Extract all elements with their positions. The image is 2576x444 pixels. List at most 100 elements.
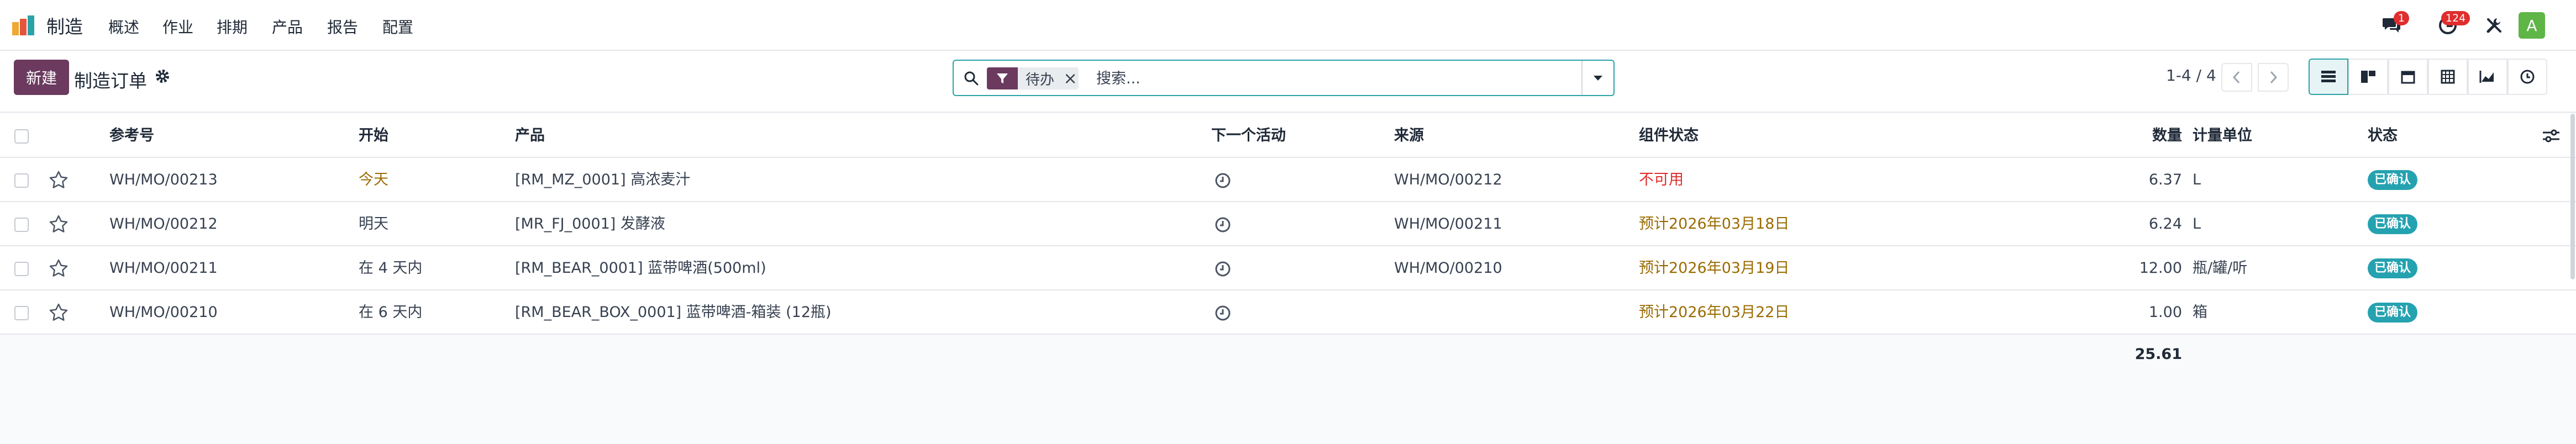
messages-button[interactable]: 1 [2374,9,2410,42]
debug-tools-button[interactable] [2481,9,2507,42]
star-icon[interactable] [49,214,69,234]
chevron-left-icon [2232,71,2240,84]
row-checkbox[interactable] [14,173,29,188]
search-icon [964,71,979,86]
search-options-toggle[interactable] [1581,61,1613,95]
scrollbar[interactable] [2570,114,2575,279]
cell-product: [RM_BEAR_BOX_0001] 蓝带啤酒-箱装 (12瓶) [515,304,832,321]
kanban-view-button[interactable] [2348,59,2388,95]
list-header: 参考号 开始 产品 下一个活动 来源 组件状态 数量 计量单位 状态 [0,114,2576,158]
activity-clock-icon[interactable] [1215,172,1231,189]
cell-uom: 箱 [2193,304,2207,321]
pager-next[interactable] [2258,63,2289,92]
status-badge: 已确认 [2368,170,2418,190]
col-activity[interactable]: 下一个活动 [1211,114,1286,158]
cell-uom: L [2193,171,2201,188]
graph-view-button[interactable] [2468,59,2507,95]
list-view-button[interactable] [2309,59,2348,95]
col-state[interactable]: 状态 [2368,114,2398,158]
remove-facet-icon[interactable]: × [1062,69,1079,88]
search-bar[interactable]: 待办 × [953,60,1615,96]
page-title: 制造订单 [74,70,147,92]
menu-overview[interactable]: 概述 [108,15,139,38]
cell-origin: WH/MO/00211 [1394,215,1502,232]
cell-origin: WH/MO/00212 [1394,171,1502,188]
activity-view-button[interactable] [2507,59,2547,95]
cell-origin: WH/MO/00210 [1394,260,1502,277]
status-badge: 已确认 [2368,303,2418,323]
row-checkbox[interactable] [14,306,29,320]
cell-product: [RM_BEAR_0001] 蓝带啤酒(500ml) [515,260,766,277]
activity-clock-icon[interactable] [1215,305,1231,321]
area-chart-icon [2479,71,2494,83]
menu-reporting[interactable]: 报告 [327,15,358,38]
pivot-view-button[interactable] [2428,59,2468,95]
table-row[interactable]: WH/MO/00213 今天 [RM_MZ_0001] 高浓麦汁 WH/MO/0… [0,158,2576,202]
col-ref[interactable]: 参考号 [109,114,154,158]
total-quantity: 25.61 [2135,346,2182,363]
col-uom[interactable]: 计量单位 [2193,114,2252,158]
star-icon[interactable] [49,258,69,278]
list-icon [2321,71,2336,82]
control-panel: 新建 制造订单 待办 × 1-4 / 4 [0,51,2576,113]
cell-ref: WH/MO/00211 [109,260,218,277]
menu-operations[interactable]: 作业 [162,15,193,38]
manufacturing-app-icon [12,15,34,35]
activities-button[interactable]: 124 [2426,9,2470,42]
status-badge: 已确认 [2368,258,2418,278]
col-origin[interactable]: 来源 [1394,114,1424,158]
cell-start: 明天 [359,215,388,232]
activity-clock-icon[interactable] [1215,261,1231,277]
star-icon[interactable] [49,170,69,190]
clock-icon [2520,70,2535,84]
cell-components: 预计2026年03月22日 [1639,304,1790,321]
activities-badge: 124 [2441,11,2470,25]
status-badge: 已确认 [2368,214,2418,234]
tools-icon [2486,18,2501,33]
star-icon[interactable] [49,303,69,323]
avatar: A [2519,12,2545,39]
pager-previous[interactable] [2221,63,2252,92]
col-components[interactable]: 组件状态 [1639,114,1699,158]
table-row[interactable]: WH/MO/00210 在 6 天内 [RM_BEAR_BOX_0001] 蓝带… [0,290,2576,335]
cell-ref: WH/MO/00212 [109,215,218,232]
new-button[interactable]: 新建 [14,60,69,95]
caret-down-icon [1594,76,1602,81]
pager-value[interactable]: 1-4 / 4 [2166,66,2216,84]
app-name: 制造 [46,16,83,38]
col-start[interactable]: 开始 [359,114,388,158]
column-settings-icon[interactable] [2542,128,2561,144]
activity-clock-icon[interactable] [1215,216,1231,233]
row-checkbox[interactable] [14,218,29,232]
select-all-checkbox[interactable] [14,129,29,144]
kanban-icon [2361,71,2375,83]
menu-products[interactable]: 产品 [272,15,303,38]
calendar-icon [2401,71,2415,84]
cell-components: 预计2026年03月18日 [1639,215,1790,232]
col-product[interactable]: 产品 [515,114,545,158]
table-row[interactable]: WH/MO/00212 明天 [MR_FJ_0001] 发酵液 WH/MO/00… [0,202,2576,246]
cell-qty: 12.00 [2139,260,2182,277]
cell-ref: WH/MO/00213 [109,171,218,188]
cell-qty: 6.24 [2148,215,2182,232]
col-qty[interactable]: 数量 [2044,114,2182,158]
cell-start: 在 4 天内 [359,260,423,277]
menu-planning[interactable]: 排期 [217,15,248,38]
app-switcher[interactable]: 制造 [11,12,83,39]
table-icon [2441,70,2455,84]
cell-uom: 瓶/罐/听 [2193,260,2248,277]
filter-icon [987,67,1018,89]
calendar-view-button[interactable] [2388,59,2428,95]
gear-icon[interactable] [155,68,170,84]
table-row[interactable]: WH/MO/00211 在 4 天内 [RM_BEAR_0001] 蓝带啤酒(5… [0,246,2576,290]
messages-badge: 1 [2394,11,2410,25]
cell-start: 今天 [359,171,388,188]
search-input[interactable] [1096,67,1417,89]
menu-configuration[interactable]: 配置 [382,15,413,38]
user-menu[interactable]: A [2517,9,2546,42]
chevron-right-icon [2270,71,2278,84]
row-checkbox[interactable] [14,262,29,276]
top-navbar: 制造 概述 作业 排期 产品 报告 配置 1 124 A [0,0,2576,51]
search-facet[interactable]: 待办 × [987,67,1079,89]
cell-product: [RM_MZ_0001] 高浓麦汁 [515,171,691,188]
